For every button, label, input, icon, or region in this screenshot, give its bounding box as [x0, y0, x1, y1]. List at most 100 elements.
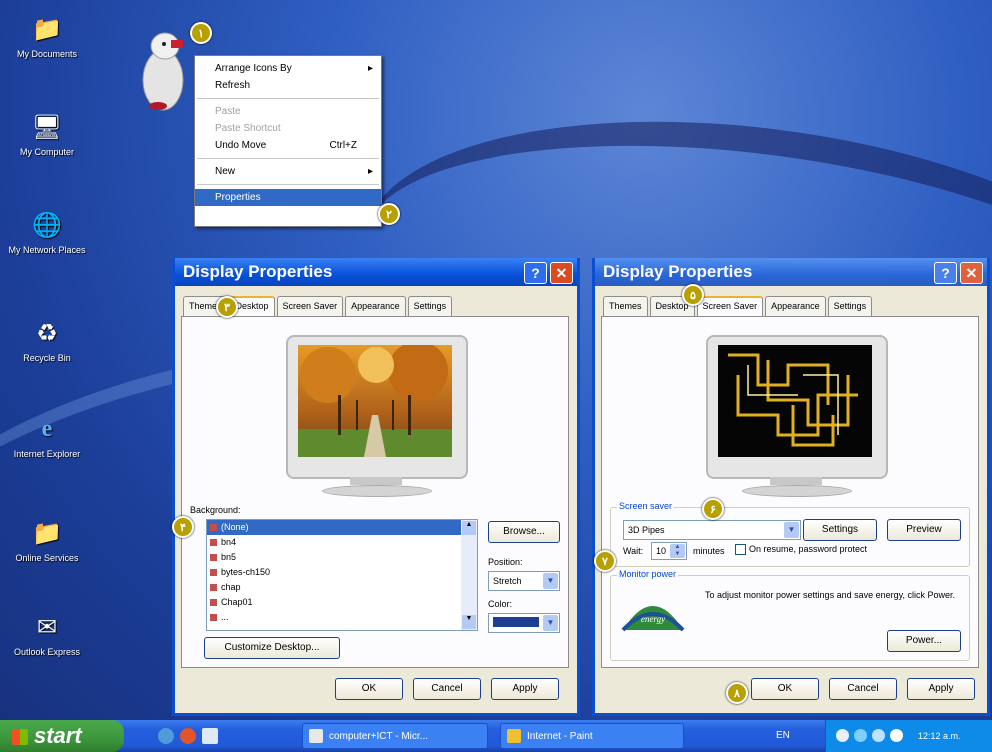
group-title: Screen saver: [617, 501, 675, 511]
help-button[interactable]: ?: [524, 262, 547, 284]
recycle-bin-icon: ♻: [36, 319, 58, 347]
tray-security-icon[interactable]: [872, 729, 885, 742]
tray-volume-icon[interactable]: [854, 729, 867, 742]
chevron-down-icon: ▼: [543, 573, 558, 589]
dialog-title-bar[interactable]: Display Properties ? ✕: [175, 258, 577, 286]
dialog-title: Display Properties: [603, 262, 753, 281]
quicklaunch-ie-icon[interactable]: [158, 728, 174, 744]
step-marker-7: ۷: [594, 550, 616, 572]
list-item[interactable]: Chap01: [207, 595, 477, 610]
color-picker[interactable]: ▼: [488, 613, 560, 633]
monitor-power-description: To adjust monitor power settings and sav…: [705, 590, 955, 600]
wait-minutes-stepper[interactable]: 10 ▲ ▼: [651, 542, 687, 560]
tab-settings[interactable]: Settings: [407, 296, 453, 316]
step-marker-1: ۱: [190, 22, 212, 44]
step-marker-3: ۳: [216, 296, 238, 318]
apply-button[interactable]: Apply: [491, 678, 559, 700]
internet-explorer-icon: e: [41, 415, 53, 442]
network-icon: 🌐: [32, 211, 62, 239]
list-item[interactable]: chap: [207, 580, 477, 595]
desktop-icon-recycle-bin[interactable]: ♻ Recycle Bin: [4, 318, 90, 364]
tray-update-icon[interactable]: [890, 729, 903, 742]
customize-desktop-button[interactable]: Customize Desktop...: [204, 637, 340, 659]
list-item[interactable]: bn4: [207, 535, 477, 550]
desktop-icon-outlook-express[interactable]: ✉ Outlook Express: [4, 612, 90, 658]
paint-icon: [507, 729, 521, 743]
ok-button[interactable]: OK: [751, 678, 819, 700]
submenu-arrow-icon: ▸: [367, 63, 373, 74]
quicklaunch-desktop-icon[interactable]: [202, 728, 218, 744]
submenu-arrow-icon: ▸: [367, 166, 373, 177]
list-item[interactable]: (None): [207, 520, 477, 535]
scroll-down-icon[interactable]: ▼: [462, 615, 476, 629]
wait-label: Wait:: [623, 546, 644, 556]
help-button[interactable]: ?: [934, 262, 957, 284]
close-button[interactable]: ✕: [550, 262, 573, 284]
menu-item-refresh[interactable]: Refresh: [195, 77, 381, 94]
tab-screen-saver[interactable]: Screen Saver: [276, 296, 344, 316]
step-marker-6: ۶: [702, 498, 724, 520]
start-button[interactable]: start: [0, 720, 124, 752]
monitor-preview: [706, 335, 888, 497]
apply-button[interactable]: Apply: [907, 678, 975, 700]
background-list[interactable]: (None) bn4 bn5 bytes-ch150 chap Chap01 .…: [206, 519, 478, 631]
menu-item-new[interactable]: New ▸: [195, 163, 381, 180]
scroll-up-icon[interactable]: ▲: [462, 521, 476, 535]
step-marker-8: ۸: [726, 682, 748, 704]
list-item[interactable]: bn5: [207, 550, 477, 565]
menu-item-properties[interactable]: Properties: [195, 189, 381, 206]
cancel-button[interactable]: Cancel: [413, 678, 481, 700]
close-button[interactable]: ✕: [960, 262, 983, 284]
screensaver-tab-panel: Screen saver 3D Pipes ▼ Settings Preview …: [601, 316, 979, 668]
desktop-icon-internet-explorer[interactable]: e Internet Explorer: [4, 414, 90, 460]
menu-separator: [197, 98, 379, 99]
language-indicator[interactable]: EN: [776, 720, 790, 752]
quicklaunch-media-icon[interactable]: [180, 728, 196, 744]
tab-strip: Themes Desktop Screen Saver Appearance S…: [603, 296, 874, 316]
menu-item-undo-move[interactable]: Undo Move Ctrl+Z: [195, 137, 381, 154]
browse-button[interactable]: Browse...: [488, 521, 560, 543]
computer-icon: 🖥: [31, 113, 63, 141]
chevron-down-icon: ▼: [784, 522, 799, 538]
screensaver-preview-image: [718, 345, 872, 457]
list-scrollbar[interactable]: ▲ ▼: [461, 520, 477, 630]
tab-settings[interactable]: Settings: [827, 296, 873, 316]
tray-network-icon[interactable]: [836, 729, 849, 742]
list-item[interactable]: bytes-ch150: [207, 565, 477, 580]
menu-item-paste: Paste: [215, 106, 241, 117]
svg-text:energy: energy: [641, 614, 665, 624]
desktop-icon-online-services[interactable]: 📁 Online Services: [4, 518, 90, 564]
desktop-icon-my-computer[interactable]: 🖥 My Computer: [4, 112, 90, 158]
monitor-preview: [286, 335, 468, 497]
word-icon: [309, 729, 323, 743]
list-item[interactable]: ...: [207, 610, 477, 625]
checkbox-icon[interactable]: [735, 544, 746, 556]
preview-button[interactable]: Preview: [887, 519, 961, 541]
password-protect-checkbox[interactable]: On resume, password protect: [735, 544, 867, 556]
wallpaper-preview-image: [298, 345, 452, 457]
tab-screen-saver[interactable]: Screen Saver: [696, 296, 764, 316]
taskbar-item-word[interactable]: computer+ICT - Micr...: [302, 723, 488, 749]
position-label: Position:: [488, 557, 523, 567]
tab-appearance[interactable]: Appearance: [345, 296, 406, 316]
tab-themes[interactable]: Themes: [603, 296, 648, 316]
settings-button[interactable]: Settings: [803, 519, 877, 541]
desktop-context-menu: Arrange Icons By ▸ Refresh Paste Paste Sh…: [194, 55, 382, 227]
color-swatch: [493, 617, 539, 627]
dialog-title-bar[interactable]: Display Properties ? ✕: [595, 258, 987, 286]
stepper-icon: ▲ ▼: [670, 544, 685, 558]
desktop-icon-my-documents[interactable]: 📁 My Documents: [4, 14, 90, 60]
position-select[interactable]: Stretch ▼: [488, 571, 560, 591]
menu-item-arrange-icons[interactable]: Arrange Icons By ▸: [195, 60, 381, 77]
shortcut-label: Ctrl+Z: [329, 140, 358, 151]
clock[interactable]: 12:12 a.m.: [918, 720, 961, 752]
taskbar-item-paint[interactable]: Internet - Paint: [500, 723, 684, 749]
desktop-icon-my-network[interactable]: 🌐 My Network Places: [4, 210, 90, 256]
screensaver-select[interactable]: 3D Pipes ▼: [623, 520, 801, 540]
display-properties-dialog-screensaver: Display Properties ? ✕ Themes Desktop Sc…: [592, 258, 990, 716]
display-properties-dialog-desktop: Display Properties ? ✕ Themes Desktop Sc…: [172, 258, 580, 716]
power-button[interactable]: Power...: [887, 630, 961, 652]
ok-button[interactable]: OK: [335, 678, 403, 700]
tab-appearance[interactable]: Appearance: [765, 296, 826, 316]
cancel-button[interactable]: Cancel: [829, 678, 897, 700]
